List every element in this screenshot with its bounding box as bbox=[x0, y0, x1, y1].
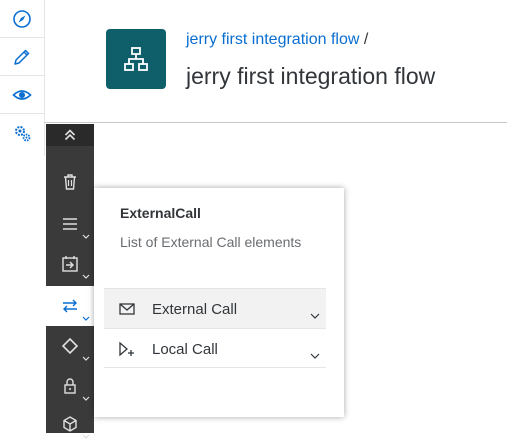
chevron-down-icon bbox=[82, 356, 90, 361]
palette-process-button[interactable] bbox=[46, 244, 94, 284]
chevron-down-icon bbox=[82, 396, 90, 401]
popover-description: List of External Call elements bbox=[120, 234, 302, 250]
collapse-double-up-icon bbox=[64, 129, 76, 141]
trash-icon bbox=[64, 174, 76, 190]
cube-icon bbox=[63, 416, 77, 432]
chevron-down-icon[interactable] bbox=[310, 313, 320, 320]
diamond-icon bbox=[61, 337, 79, 355]
chevron-down-icon bbox=[82, 234, 90, 239]
pencil-icon bbox=[14, 49, 30, 65]
header-divider bbox=[44, 122, 507, 123]
delete-button[interactable] bbox=[46, 162, 94, 202]
external-call-popover: ExternalCall List of External Call eleme… bbox=[94, 188, 344, 417]
menu-lines-icon bbox=[63, 218, 77, 230]
lock-icon bbox=[64, 378, 76, 394]
compass-icon bbox=[13, 9, 31, 28]
gears-icon bbox=[15, 126, 31, 142]
nav-item-settings[interactable] bbox=[0, 114, 44, 152]
list-item-external-call[interactable]: External Call bbox=[104, 288, 326, 328]
list-item-label: External Call bbox=[152, 301, 238, 318]
chevron-down-icon[interactable] bbox=[310, 353, 320, 360]
nav-item-design[interactable] bbox=[0, 38, 44, 76]
palette-participants-button[interactable] bbox=[46, 204, 94, 244]
left-nav bbox=[0, 0, 45, 156]
palette-persistence-button[interactable] bbox=[46, 404, 94, 444]
palette-toolbar bbox=[46, 124, 94, 439]
list-item-label: Local Call bbox=[152, 341, 218, 358]
popover-list: External Call Local Call bbox=[104, 288, 326, 368]
nav-item-monitor[interactable] bbox=[0, 76, 44, 114]
breadcrumb-link[interactable]: jerry first integration flow bbox=[186, 31, 359, 48]
envelope-icon bbox=[119, 303, 135, 315]
palette-external-call-button[interactable] bbox=[46, 286, 94, 326]
breadcrumb: jerry first integration flow / bbox=[186, 31, 368, 49]
list-item-local-call[interactable]: Local Call bbox=[104, 328, 326, 368]
page-title: jerry first integration flow bbox=[186, 63, 436, 89]
integration-flow-icon bbox=[124, 47, 148, 71]
artifact-tile bbox=[106, 29, 166, 89]
chevron-down-icon bbox=[82, 274, 90, 279]
palette-routing-button[interactable] bbox=[46, 326, 94, 366]
chevron-down-icon bbox=[82, 434, 90, 439]
palette-security-button[interactable] bbox=[46, 366, 94, 406]
collapse-palette-button[interactable] bbox=[46, 124, 94, 146]
chevron-down-icon bbox=[82, 316, 90, 321]
exchange-arrows-icon bbox=[63, 299, 77, 313]
eye-icon bbox=[12, 89, 32, 100]
popover-title: ExternalCall bbox=[120, 205, 201, 221]
breadcrumb-separator: / bbox=[359, 31, 369, 48]
local-call-icon bbox=[119, 341, 134, 357]
process-call-icon bbox=[62, 256, 78, 272]
nav-item-discover[interactable] bbox=[0, 0, 44, 38]
